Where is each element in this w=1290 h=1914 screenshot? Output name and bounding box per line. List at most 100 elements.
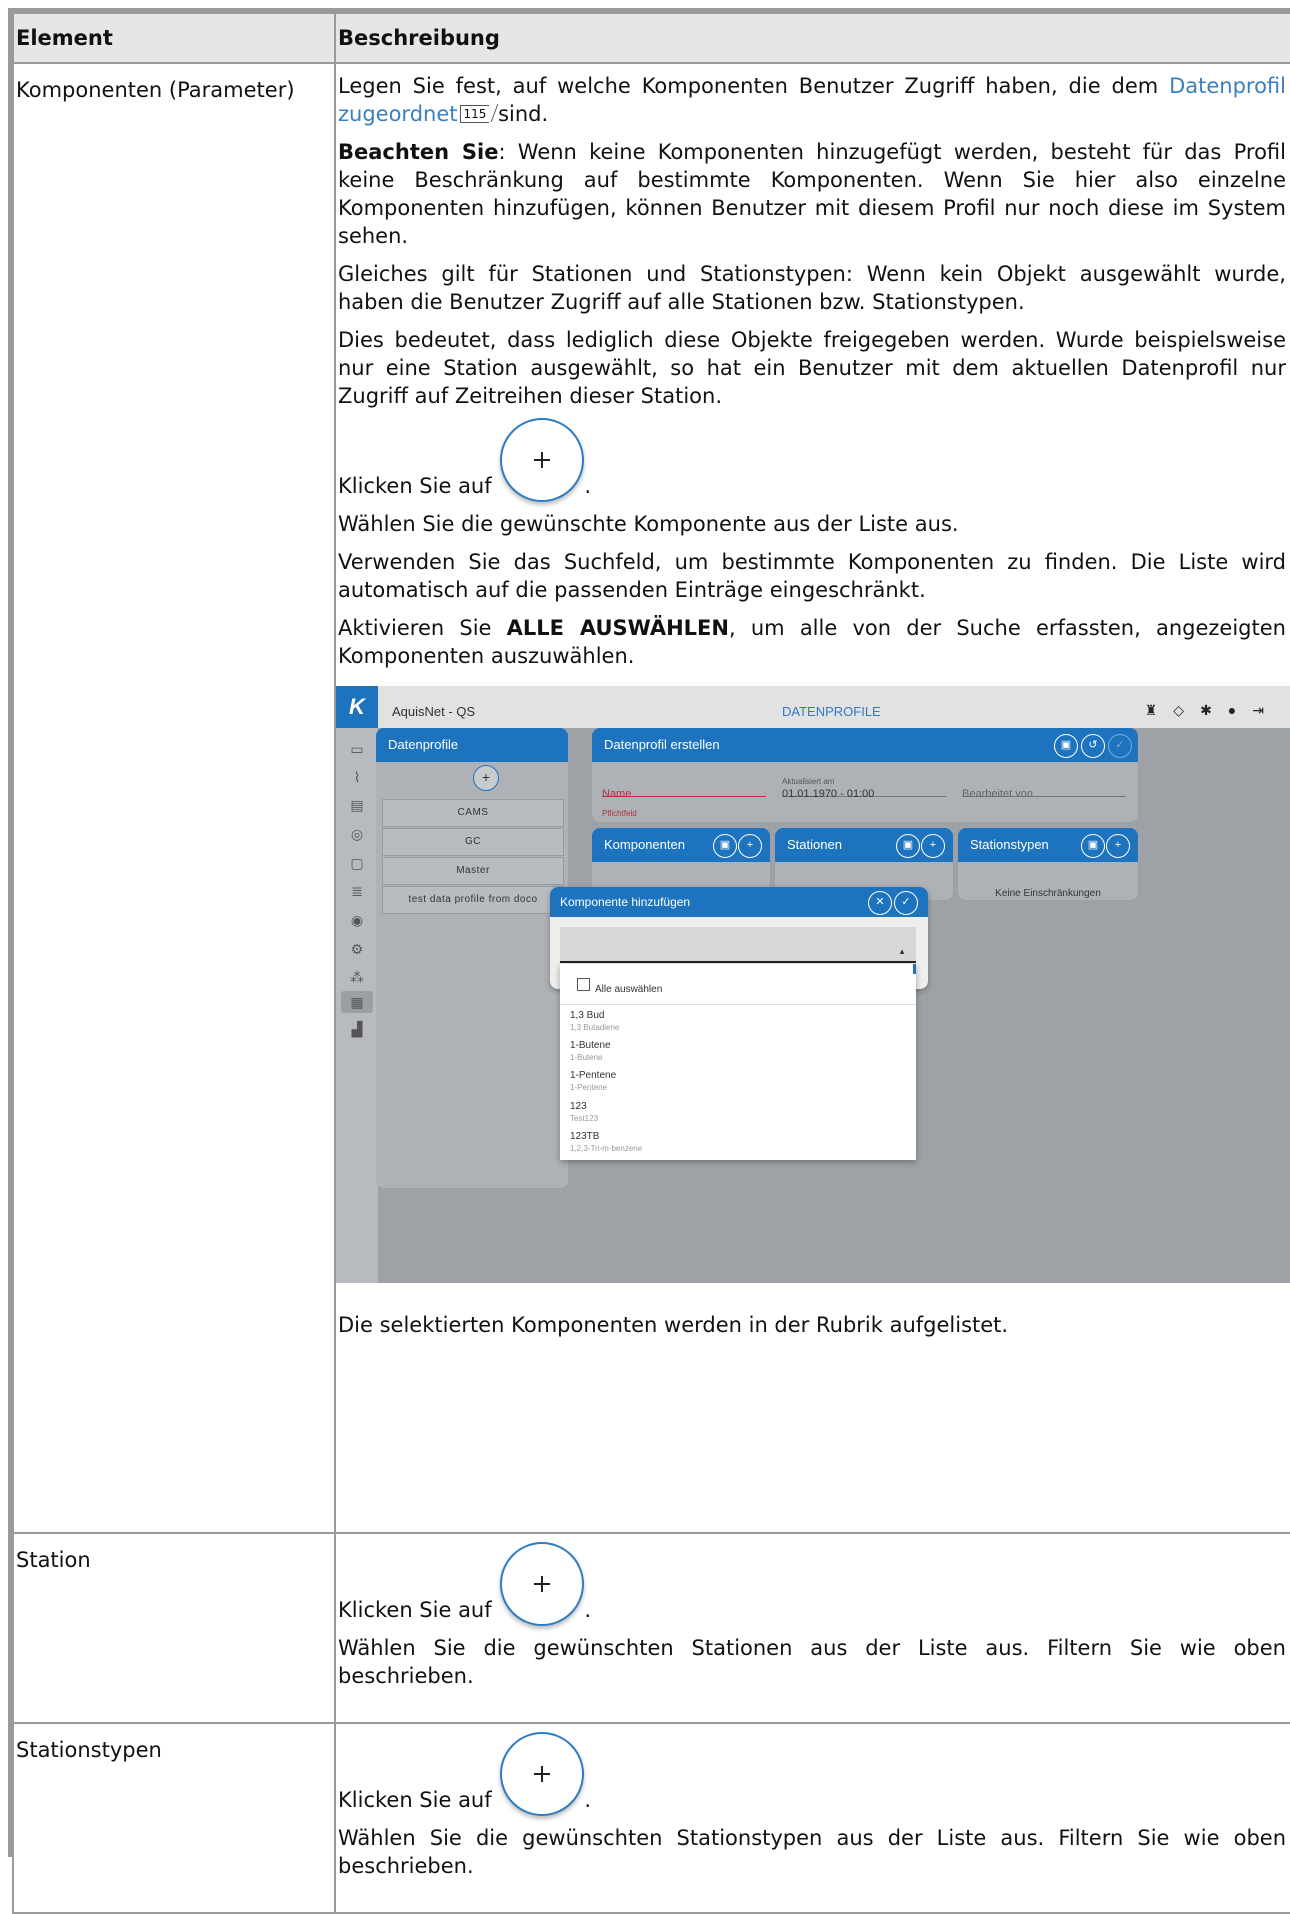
table-row: Komponenten (Parameter) Legen Sie fest, … bbox=[12, 62, 1290, 1534]
gear-icon: ✱ bbox=[1200, 702, 1228, 718]
add-icon: + bbox=[738, 834, 762, 858]
paragraph: Verwenden Sie das Suchfeld, um bestimmte… bbox=[338, 550, 1286, 602]
list-item: GC bbox=[382, 828, 564, 856]
shield-icon: ◇ bbox=[1173, 702, 1201, 718]
delete-icon: ▣ bbox=[896, 834, 920, 858]
station-types-panel: Stationstypen ▣ + Keine Einschränkungen bbox=[958, 828, 1138, 900]
page-title: DATENPROFILE bbox=[782, 704, 881, 719]
list-item: 1,3 Bud 1,3 Butadiene bbox=[570, 1010, 619, 1033]
option-name: 1-Pentene bbox=[570, 1070, 617, 1081]
row-description-station-types: Klicken Sie auf . Wählen Sie die gewünsc… bbox=[334, 1722, 1290, 1914]
paragraph: Klicken Sie auf . bbox=[338, 418, 1286, 502]
confirm-icon: ✓ bbox=[894, 891, 918, 915]
add-profile-button: + bbox=[473, 765, 499, 791]
list-item: CAMS bbox=[382, 799, 564, 827]
table-header-row: Element Beschreibung bbox=[12, 12, 1290, 64]
table-row: Stationstypen Klicken Sie auf . Wählen S… bbox=[12, 1722, 1290, 1914]
paragraph: Wählen Sie die gewünschte Komponente aus… bbox=[338, 512, 959, 536]
map-icon: ▭ bbox=[350, 741, 364, 757]
list-item: Master bbox=[382, 857, 564, 885]
check-icon: ✓ bbox=[1108, 734, 1132, 758]
paragraph: Klicken Sie auf . bbox=[338, 1542, 1286, 1626]
list-item: 1-Pentene 1-Pentene bbox=[570, 1070, 616, 1093]
clipboard-icon: ▢ bbox=[350, 855, 364, 871]
list-item: test data profile from doco bbox=[382, 886, 564, 914]
profiles-panel: Datenprofile + CAMS GC Master test data … bbox=[376, 728, 568, 1188]
header-description: Beschreibung bbox=[334, 12, 1290, 64]
location-icon: ◉ bbox=[350, 912, 364, 928]
component-dropdown-list: Alle auswählen 1,3 Bud 1,3 Butadiene 1-Bu… bbox=[560, 964, 916, 1160]
paragraph: Legen Sie fest, auf welche Komponenten B… bbox=[338, 72, 1286, 128]
list-item: 123 Test123 bbox=[570, 1101, 598, 1124]
divider bbox=[560, 1004, 916, 1005]
delete-icon: ▣ bbox=[1054, 734, 1078, 758]
text: Klicken Sie auf bbox=[338, 1788, 499, 1812]
paragraph: Klicken Sie auf . bbox=[338, 1732, 1286, 1816]
row-element-komponenten: Komponenten (Parameter) bbox=[12, 62, 336, 1534]
add-plus-icon bbox=[500, 1542, 585, 1626]
text: Aktivieren Sie bbox=[338, 616, 507, 640]
text: sind. bbox=[491, 102, 549, 126]
chart-icon: ⌇ bbox=[353, 769, 361, 785]
add-icon: + bbox=[921, 834, 945, 858]
option-name: 123TB bbox=[570, 1131, 600, 1142]
option-name: 1,3 Bud bbox=[570, 1010, 605, 1021]
row-description-komponenten: Legen Sie fest, auf welche Komponenten B… bbox=[334, 62, 1290, 1534]
option-desc: 1,2,3-Tri-m-benzene bbox=[570, 1144, 643, 1153]
page-ref-icon[interactable]: 115 bbox=[459, 105, 490, 123]
paragraph: Die selektierten Komponenten werden in d… bbox=[338, 1313, 1009, 1337]
scrollbar bbox=[913, 964, 916, 974]
logout-icon: ⇥ bbox=[1252, 702, 1280, 718]
group-icon: ⁂ bbox=[350, 969, 364, 985]
data-profile-icon: ▦ bbox=[341, 991, 373, 1013]
left-nav: ▭ ⌇ ▤ ◎ ▢ ≣ ◉ ⚙ ⁂ ▦ ▟ bbox=[336, 728, 378, 1283]
bold-text: ALLE AUSWÄHLEN bbox=[506, 616, 729, 640]
row-element-station-types: Stationstypen bbox=[12, 1722, 336, 1914]
report-icon: ▤ bbox=[350, 797, 364, 813]
header-element: Element bbox=[12, 12, 336, 64]
option-desc: 1-Pentene bbox=[570, 1083, 607, 1092]
text: Legen Sie fest, auf welche Komponenten B… bbox=[338, 74, 1170, 98]
text: Klicken Sie auf bbox=[338, 474, 499, 498]
option-desc: 1,3 Butadiene bbox=[570, 1023, 620, 1032]
delete-icon: ▣ bbox=[1081, 834, 1105, 858]
app-name: AquisNet - QS bbox=[392, 704, 476, 719]
select-all-label: Alle auswählen bbox=[595, 984, 663, 995]
undo-icon: ↺ bbox=[1081, 734, 1105, 758]
text: Klicken Sie auf bbox=[338, 1598, 499, 1622]
add-plus-icon bbox=[500, 1732, 585, 1816]
select-all-checkbox bbox=[577, 978, 590, 991]
row-element-station: Station bbox=[12, 1532, 336, 1724]
delete-icon: ▣ bbox=[713, 834, 737, 858]
paragraph: Wählen Sie die gewünschten Stationstypen… bbox=[338, 1826, 1286, 1878]
text: . bbox=[584, 474, 591, 498]
add-plus-icon bbox=[500, 418, 585, 502]
option-name: 123 bbox=[570, 1101, 587, 1112]
app-topbar: K AquisNet - QS DATENPROFILE ♜◇✱●⇥ bbox=[336, 686, 1290, 728]
toolbar-icons: ♜◇✱●⇥ bbox=[1145, 696, 1280, 724]
close-icon: ✕ bbox=[868, 891, 892, 915]
option-desc: 1-Butene bbox=[570, 1053, 603, 1062]
paragraph: Wählen Sie die gewünschten Stationen aus… bbox=[338, 1636, 1286, 1688]
app-logo: K bbox=[336, 686, 378, 728]
user-icon: ● bbox=[1227, 702, 1253, 718]
profiles-panel-title: Datenprofile bbox=[376, 728, 568, 762]
app-screenshot: K AquisNet - QS DATENPROFILE ♜◇✱●⇥ ▭ ⌇ ▤… bbox=[336, 686, 1290, 1283]
paragraph: Beachten Sie: Wenn keine Komponenten hin… bbox=[338, 138, 1286, 250]
document-page: Element Beschreibung Komponenten (Parame… bbox=[8, 8, 1290, 1914]
stack-icon: ≣ bbox=[351, 883, 363, 899]
add-icon: + bbox=[1106, 834, 1130, 858]
required-hint: Pflichtfeld bbox=[602, 809, 637, 818]
create-profile-panel: Datenprofil erstellen ▣ ↺ ✓ Name Pflicht… bbox=[592, 728, 1138, 822]
user-settings-icon: ⚙ bbox=[350, 941, 364, 957]
updated-value: 01.01.1970 - 01:00 bbox=[782, 780, 946, 800]
text: . bbox=[584, 1598, 591, 1622]
factory-icon: ▟ bbox=[351, 1021, 363, 1037]
paragraph: Gleiches gilt für Stationen und Stations… bbox=[338, 262, 1286, 314]
name-field: Name bbox=[602, 780, 766, 800]
option-desc: Test123 bbox=[570, 1114, 599, 1123]
row-description-station: Klicken Sie auf . Wählen Sie die gewünsc… bbox=[334, 1532, 1290, 1724]
table-row: Station Klicken Sie auf . Wählen Sie die… bbox=[12, 1532, 1290, 1724]
bold-text: Beachten Sie bbox=[338, 140, 499, 164]
list-item: 123TB 1,2,3-Tri-m-benzene bbox=[570, 1131, 642, 1154]
